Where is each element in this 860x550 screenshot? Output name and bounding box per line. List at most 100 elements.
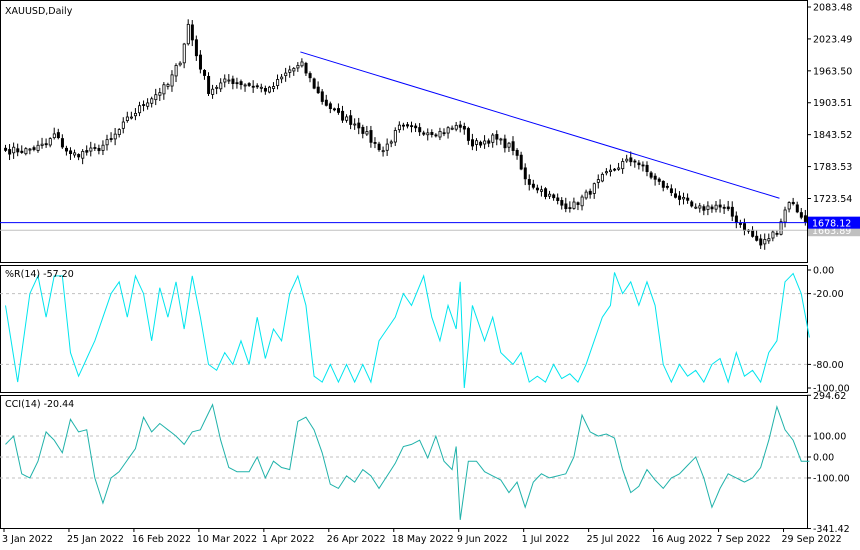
time-tick-label: 1 Apr 2022 — [262, 534, 315, 545]
candle — [722, 204, 726, 214]
candle — [93, 143, 97, 151]
time-tick-label: 16 Feb 2022 — [132, 534, 191, 545]
candle — [507, 141, 511, 153]
bull-candle-body — [438, 131, 442, 138]
candle — [203, 69, 207, 80]
bear-candle-body — [369, 130, 373, 143]
bear-candle-body — [255, 85, 259, 88]
bull-candle-body — [178, 62, 182, 66]
candle — [600, 172, 604, 183]
bear-candle-body — [16, 148, 20, 153]
bull-candle-body — [385, 143, 389, 151]
bull-candle-body — [276, 79, 280, 86]
bull-candle-body — [219, 82, 223, 90]
bear-candle-body — [422, 132, 426, 135]
wpr-axis-tick-label: 0.00 — [813, 266, 834, 277]
price-axis-tick-label: 1723.54 — [813, 194, 852, 205]
candle — [678, 191, 682, 206]
candle — [446, 126, 450, 139]
candle — [125, 111, 129, 123]
bull-candle-body — [397, 124, 401, 131]
bull-candle-body — [617, 167, 621, 170]
candle — [799, 207, 803, 220]
bear-candle-body — [357, 122, 361, 129]
bear-candle-body — [308, 73, 312, 79]
candle — [649, 170, 653, 180]
candle — [442, 128, 446, 137]
williams-r-panel[interactable]: 0.00-20.00-80.00-100.00 — [0, 265, 850, 395]
candle — [479, 140, 483, 148]
candle — [503, 134, 507, 153]
bull-candle-body — [280, 76, 284, 80]
bear-candle-body — [751, 229, 755, 237]
bull-candle-body — [609, 169, 613, 172]
candle — [450, 125, 454, 131]
bear-candle-body — [8, 149, 12, 155]
candle — [791, 197, 795, 206]
bear-candle-body — [755, 235, 759, 241]
bear-candle-body — [470, 139, 474, 147]
candle — [8, 144, 12, 161]
bull-candle-body — [621, 161, 625, 170]
bear-candle-body — [556, 197, 560, 201]
candle — [162, 82, 166, 100]
candle — [381, 146, 385, 157]
bull-candle-body — [12, 146, 16, 154]
candle — [491, 133, 495, 148]
candle — [48, 137, 52, 148]
bull-candle-body — [138, 105, 142, 114]
bull-candle-body — [125, 116, 129, 121]
candle — [438, 127, 442, 141]
bull-candle-body — [158, 92, 162, 96]
time-tick-label: 29 Sep 2022 — [782, 534, 842, 545]
candle — [544, 187, 548, 200]
bull-candle-body — [783, 209, 787, 223]
candle — [734, 211, 738, 229]
bear-candle-body — [44, 143, 48, 146]
candle — [300, 58, 304, 68]
bear-candle-body — [312, 78, 316, 89]
candle — [65, 145, 69, 156]
time-axis: 3 Jan 2022 25 Jan 2022 16 Feb 2022 10 Mar 2… — [2, 528, 842, 545]
time-tick-label: 18 May 2022 — [392, 534, 454, 545]
bid-price-label: 1678.12 — [812, 219, 851, 230]
bull-candle-body — [101, 144, 105, 151]
bear-candle-body — [637, 162, 641, 166]
candle — [779, 218, 783, 236]
candle — [682, 192, 686, 205]
candle — [4, 144, 8, 152]
bear-candle-body — [251, 85, 255, 88]
candle — [690, 200, 694, 208]
bull-candle-body — [682, 196, 686, 200]
bull-candle-body — [170, 74, 174, 87]
candle — [556, 193, 560, 205]
candle — [527, 174, 531, 191]
wpr-line — [5, 272, 810, 389]
bear-candle-body — [418, 127, 422, 133]
candle — [263, 85, 267, 95]
bull-candle-body — [475, 140, 479, 145]
candle — [568, 201, 572, 213]
candle — [487, 138, 491, 148]
bear-candle-body — [653, 175, 657, 180]
bull-candle-body — [454, 124, 458, 130]
bear-candle-body — [523, 167, 527, 180]
bear-candle-body — [263, 88, 267, 92]
candle — [377, 141, 381, 152]
bull-candle-body — [117, 129, 121, 135]
bull-candle-body — [288, 69, 292, 73]
bull-candle-body — [243, 84, 247, 87]
candle — [414, 123, 418, 133]
price-panel[interactable]: 2083.48 2023.49 1963.50 1903.51 1843.52 1783.… — [0, 0, 860, 263]
bull-candle-body — [771, 231, 775, 239]
candle — [466, 126, 470, 145]
bear-candle-body — [410, 125, 414, 128]
bull-candle-body — [267, 86, 271, 93]
candle — [178, 61, 182, 67]
cci-panel[interactable]: 294.62100.000.00-100.00-341.42 — [0, 391, 850, 535]
bear-candle-body — [320, 91, 324, 102]
bear-candle-body — [462, 126, 466, 130]
candle — [759, 234, 763, 249]
trading-chart[interactable]: 2083.48 2023.49 1963.50 1903.51 1843.52 1783.… — [0, 0, 860, 550]
time-tick-label: 1 Jul 2022 — [522, 534, 570, 545]
